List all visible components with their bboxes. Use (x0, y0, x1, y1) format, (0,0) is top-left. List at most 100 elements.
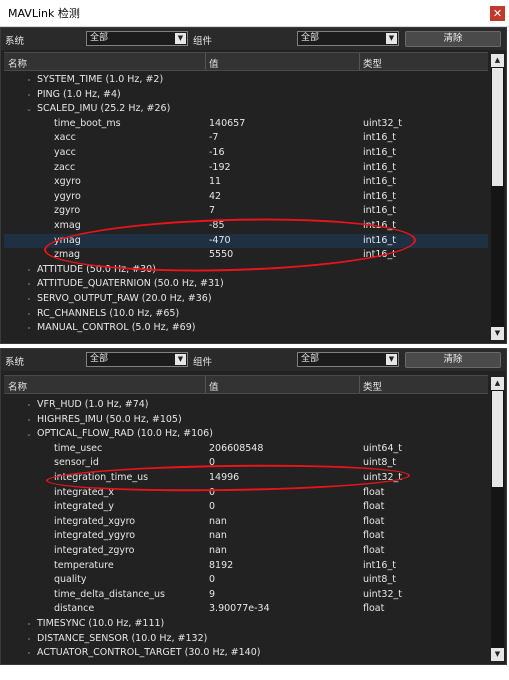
row-name: PING (1.0 Hz, #4) (37, 88, 121, 100)
column-header-value[interactable]: 值 (209, 56, 219, 70)
expand-arrow-icon[interactable]: ⌄ (26, 427, 32, 442)
row-type: int16_t (363, 161, 396, 173)
scroll-up-icon[interactable]: ▲ (491, 377, 504, 390)
field-row[interactable]: temperature 8192 int16_t (4, 559, 488, 574)
collapsed-node-icon[interactable] (28, 404, 30, 406)
field-row[interactable]: integrated_zgyro nan float (4, 544, 488, 559)
row-value: -470 (209, 234, 231, 246)
row-name: MANUAL_CONTROL (5.0 Hz, #69) (37, 322, 196, 334)
message-row[interactable]: ATTITUDE (50.0 Hz, #30) (4, 263, 488, 278)
message-row[interactable]: SYSTEM_TIME (1.0 Hz, #2) (4, 73, 488, 88)
row-type: int16_t (363, 249, 396, 261)
collapsed-node-icon[interactable] (28, 268, 30, 271)
column-header-name[interactable]: 名称 (8, 379, 27, 393)
message-row[interactable]: MANUAL_CONTROL (5.0 Hz, #69) (4, 321, 488, 336)
field-row[interactable]: integrated_ygyro nan float (4, 529, 488, 544)
column-header-name[interactable]: 名称 (8, 56, 27, 70)
row-name: OPTICAL_FLOW_RAD (10.0 Hz, #106) (37, 428, 213, 440)
message-row[interactable]: ATTITUDE_QUATERNION (50.0 Hz, #31) (4, 277, 488, 292)
expand-arrow-icon[interactable]: ⌄ (26, 102, 32, 117)
column-header-value[interactable]: 值 (209, 379, 219, 393)
row-name: time_usec (54, 442, 103, 454)
collapsed-node-icon[interactable] (28, 93, 30, 96)
row-name: xmag (54, 220, 81, 231)
field-row[interactable]: ygyro 42 int16_t (4, 190, 488, 205)
message-row[interactable]: HIGHRES_IMU (50.0 Hz, #105) (4, 413, 488, 428)
filter-toolbar: 系统 全部 ▼ 组件 全部 ▼ 清除 (1, 28, 506, 50)
field-row[interactable]: yacc -16 int16_t (4, 146, 488, 161)
message-row[interactable]: ACTUATOR_CONTROL_TARGET (30.0 Hz, #140) (4, 646, 488, 661)
row-name: SERVO_OUTPUT_RAW (20.0 Hz, #36) (37, 293, 212, 304)
message-row[interactable]: DISTANCE_SENSOR (10.0 Hz, #132) (4, 632, 488, 647)
collapsed-node-icon[interactable] (28, 79, 30, 81)
collapsed-node-icon[interactable] (28, 298, 30, 300)
row-value: -192 (209, 161, 231, 173)
row-value: 8192 (209, 559, 234, 571)
row-value: 206608548 (209, 442, 264, 454)
clear-button[interactable]: 清除 (405, 31, 501, 47)
message-row[interactable]: ⌄ OPTICAL_FLOW_RAD (10.0 Hz, #106) (4, 427, 488, 442)
column-divider[interactable] (205, 53, 206, 70)
row-name: zgyro (54, 205, 81, 217)
field-row[interactable]: distance 3.90077e-34 float (4, 602, 488, 617)
table-header: 名称 值 类型 (4, 375, 488, 394)
system-select[interactable]: 全部 ▼ (86, 31, 188, 46)
field-row[interactable]: quality 0 uint8_t (4, 573, 488, 588)
system-select[interactable]: 全部 ▼ (86, 352, 188, 367)
field-row[interactable]: time_boot_ms 140657 uint32_t (4, 117, 488, 132)
field-row[interactable]: xacc -7 int16_t (4, 131, 488, 146)
vertical-scrollbar[interactable]: ▲ ▼ (491, 54, 504, 340)
message-row[interactable]: TIMESYNC (10.0 Hz, #111) (4, 617, 488, 632)
row-name: temperature (54, 559, 114, 571)
close-icon[interactable]: ✕ (490, 6, 505, 21)
collapsed-node-icon[interactable] (28, 312, 30, 315)
clear-button[interactable]: 清除 (405, 352, 501, 368)
vertical-scrollbar[interactable]: ▲ ▼ (491, 377, 504, 661)
collapsed-node-icon[interactable] (28, 418, 30, 421)
field-row[interactable]: sensor_id 0 uint8_t (4, 456, 488, 471)
scroll-down-icon[interactable]: ▼ (491, 648, 504, 661)
collapsed-node-icon[interactable] (28, 652, 30, 655)
message-row[interactable]: VFR_HUD (1.0 Hz, #74) (4, 398, 488, 413)
field-row[interactable]: zmag 5550 int16_t (4, 248, 488, 263)
scrollbar-thumb[interactable] (492, 391, 503, 487)
field-row[interactable]: integrated_x 0 float (4, 486, 488, 501)
scrollbar-thumb[interactable] (492, 68, 503, 186)
field-row[interactable]: integration_time_us 14996 uint32_t (4, 471, 488, 486)
field-row[interactable]: xgyro 11 int16_t (4, 175, 488, 190)
field-row[interactable]: zacc -192 int16_t (4, 161, 488, 176)
chevron-down-icon: ▼ (386, 354, 397, 365)
row-name: TIMESYNC (10.0 Hz, #111) (37, 618, 165, 629)
row-value: 7 (209, 205, 216, 217)
collapsed-node-icon[interactable] (28, 283, 30, 286)
message-row[interactable]: ⌄ SCALED_IMU (25.2 Hz, #26) (4, 102, 488, 117)
column-divider[interactable] (359, 53, 360, 70)
column-header-type[interactable]: 类型 (363, 56, 382, 70)
column-divider[interactable] (205, 376, 206, 393)
message-row[interactable]: PING (1.0 Hz, #4) (4, 88, 488, 103)
message-row[interactable]: RC_CHANNELS (10.0 Hz, #65) (4, 307, 488, 322)
collapsed-node-icon[interactable] (28, 637, 30, 640)
field-row[interactable]: zgyro 7 int16_t (4, 204, 488, 219)
collapsed-node-icon[interactable] (28, 623, 30, 625)
row-name: integrated_x (54, 486, 114, 498)
field-row[interactable]: time_delta_distance_us 9 uint32_t (4, 588, 488, 603)
field-row[interactable]: integrated_xgyro nan float (4, 515, 488, 530)
field-row[interactable]: xmag -85 int16_t (4, 219, 488, 234)
row-name: SCALED_IMU (25.2 Hz, #26) (37, 103, 171, 115)
row-name: ygyro (54, 190, 81, 202)
field-row[interactable]: time_usec 206608548 uint64_t (4, 442, 488, 457)
message-row[interactable]: SERVO_OUTPUT_RAW (20.0 Hz, #36) (4, 292, 488, 307)
field-row[interactable]: ymag -470 int16_t (4, 233, 488, 249)
scroll-up-icon[interactable]: ▲ (491, 54, 504, 67)
column-header-type[interactable]: 类型 (363, 379, 382, 393)
component-select[interactable]: 全部 ▼ (297, 352, 399, 367)
scroll-down-icon[interactable]: ▼ (491, 327, 504, 340)
component-select[interactable]: 全部 ▼ (297, 31, 399, 46)
row-name: distance (54, 603, 95, 615)
field-row[interactable]: integrated_y 0 float (4, 500, 488, 515)
row-type: float (363, 545, 385, 556)
collapsed-node-icon[interactable] (28, 327, 30, 330)
column-divider[interactable] (359, 376, 360, 393)
row-name: ymag (54, 234, 81, 246)
